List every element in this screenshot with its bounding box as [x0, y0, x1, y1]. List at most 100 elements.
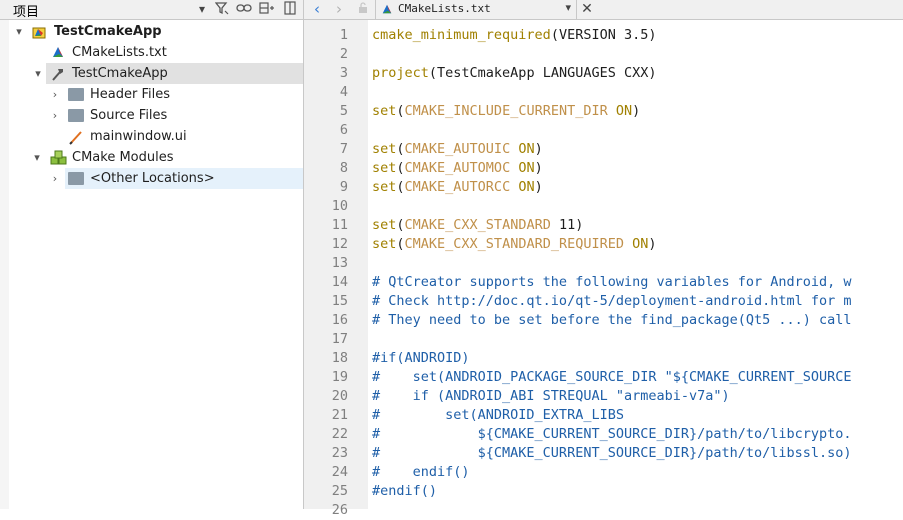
split-icon[interactable]: [259, 1, 275, 17]
project-toolbar: 项目 ▾: [0, 0, 303, 20]
tree-item-cmake-modules[interactable]: ▾ CMake Modules: [9, 147, 303, 168]
code-token: ): [534, 179, 543, 195]
link-icon[interactable]: [236, 1, 252, 17]
code-token: (VERSION 3.5): [550, 27, 657, 43]
code-token: #endif(): [372, 483, 438, 499]
editor-panel: ‹ › CMakeLists.txt ▾ ✕ 1 2 3 4 5 6 7 8 9 10 11 12 13…: [304, 0, 903, 518]
tree-item-mainwindow-ui[interactable]: mainwindow.ui: [9, 126, 303, 147]
code-token: 11): [550, 217, 584, 233]
tree-item-target[interactable]: ▾ TestCmakeApp: [35, 63, 303, 84]
tree-item-label: CMake Modules: [72, 150, 174, 165]
dropdown-arrow-icon[interactable]: ▾: [196, 1, 208, 17]
code-token: ): [534, 160, 543, 176]
code-token: (: [396, 160, 405, 176]
code-token: CMAKE_CXX_STANDARD: [404, 217, 551, 233]
code-token: # set(ANDROID_EXTRA_LIBS: [372, 407, 624, 423]
code-token: ): [648, 236, 657, 252]
cmake-project-icon: [31, 24, 47, 40]
folder-icon: [68, 172, 84, 185]
code-line: set(CMAKE_AUTORCC ON): [372, 178, 543, 197]
line-number: 20: [331, 388, 348, 404]
tree-gutter: [0, 20, 9, 509]
folder-icon: [68, 88, 84, 101]
line-number: 21: [331, 407, 348, 423]
filter-icon[interactable]: [214, 1, 230, 17]
expand-arrow-icon[interactable]: ›: [49, 105, 61, 126]
expand-arrow-icon[interactable]: ▾: [31, 147, 43, 168]
code-token: (: [396, 179, 405, 195]
line-number: 17: [331, 331, 348, 347]
hammer-icon: [50, 66, 66, 82]
code-token: ON: [518, 141, 535, 157]
close-pane-icon[interactable]: [282, 1, 298, 17]
cmake-file-icon: [381, 3, 393, 19]
line-number: 13: [331, 255, 348, 271]
expand-arrow-icon[interactable]: ›: [49, 84, 61, 105]
code-line: # endif(): [372, 463, 470, 482]
code-token: CMAKE_AUTOMOC: [404, 160, 511, 176]
line-number: 12: [331, 236, 348, 252]
code-line: set(CMAKE_AUTOUIC ON): [372, 140, 543, 159]
tree-item-cmakelists[interactable]: CMakeLists.txt: [9, 42, 303, 63]
tree-item-other-locations[interactable]: › <Other Locations>: [9, 168, 303, 189]
project-panel: 项目 ▾ ▾ TestCmakeApp CMakeLists.txt ▾ Tes…: [0, 0, 303, 509]
tree-item-header-files[interactable]: › Header Files: [9, 84, 303, 105]
code-line: # set(ANDROID_EXTRA_LIBS: [372, 406, 624, 425]
code-token: (: [396, 103, 405, 119]
tree-item-label: TestCmakeApp: [54, 24, 162, 39]
line-number: 5: [339, 103, 348, 119]
line-number: 25: [331, 483, 348, 499]
code-token: # endif(): [372, 464, 470, 480]
line-number: 7: [339, 141, 348, 157]
line-number: 19: [331, 369, 348, 385]
code-token: (TestCmakeApp LANGUAGES CXX): [428, 65, 657, 81]
line-number: 8: [339, 160, 348, 176]
code-token: (: [396, 217, 405, 233]
code-token: ON: [518, 179, 535, 195]
code-line: # if (ANDROID_ABI STREQUAL "armeabi-v7a"…: [372, 387, 730, 406]
code-token: project: [372, 65, 429, 81]
code-line: # Check http://doc.qt.io/qt-5/deployment…: [372, 292, 852, 311]
lock-icon[interactable]: [354, 0, 372, 19]
line-number: 14: [331, 274, 348, 290]
line-number: 9: [339, 179, 348, 195]
tree-item-source-files[interactable]: › Source Files: [9, 105, 303, 126]
file-name: CMakeLists.txt: [398, 2, 491, 15]
expand-arrow-icon[interactable]: ›: [49, 168, 61, 189]
forward-icon[interactable]: ›: [330, 0, 348, 19]
code-token: (: [396, 236, 405, 252]
project-panel-title: 项目: [13, 5, 40, 20]
code-token: # QtCreator supports the following varia…: [372, 274, 852, 290]
code-token: set: [372, 236, 397, 252]
tree-item-label: TestCmakeApp: [72, 66, 168, 81]
code-line: # QtCreator supports the following varia…: [372, 273, 852, 292]
line-number: 10: [331, 198, 348, 214]
code-token: CMAKE_AUTOUIC: [404, 141, 511, 157]
tree-item-label: Source Files: [90, 108, 168, 123]
expand-arrow-icon[interactable]: ▾: [32, 63, 44, 84]
tree-item-project-root[interactable]: ▾ TestCmakeApp: [9, 21, 303, 42]
cmake-file-icon: [51, 45, 67, 61]
chevron-down-icon[interactable]: ▾: [565, 1, 571, 14]
tree-item-label: <Other Locations>: [90, 171, 215, 186]
file-selector[interactable]: CMakeLists.txt ▾: [375, 0, 577, 19]
line-number: 22: [331, 426, 348, 442]
folder-icon: [68, 109, 84, 122]
tree-item-label: Header Files: [90, 87, 170, 102]
close-icon[interactable]: ✕: [578, 0, 596, 19]
line-number: 6: [339, 122, 348, 138]
back-icon[interactable]: ‹: [308, 0, 326, 19]
code-token: # set(ANDROID_PACKAGE_SOURCE_DIR "${CMAK…: [372, 369, 852, 385]
code-token: # ${CMAKE_CURRENT_SOURCE_DIR}/path/to/li…: [372, 426, 852, 442]
editor-toolbar: ‹ › CMakeLists.txt ▾ ✕: [304, 0, 903, 20]
line-number: 4: [339, 84, 348, 100]
code-editor[interactable]: cmake_minimum_required(VERSION 3.5) proje…: [368, 20, 903, 509]
code-line: set(CMAKE_INCLUDE_CURRENT_DIR ON): [372, 102, 640, 121]
code-token: set: [372, 217, 397, 233]
code-token: # ${CMAKE_CURRENT_SOURCE_DIR}/path/to/li…: [372, 445, 852, 461]
code-token: # Check http://doc.qt.io/qt-5/deployment…: [372, 293, 852, 309]
expand-arrow-icon[interactable]: ▾: [13, 21, 25, 42]
code-line: # ${CMAKE_CURRENT_SOURCE_DIR}/path/to/li…: [372, 444, 852, 463]
tree-item-label: mainwindow.ui: [90, 129, 187, 144]
tree-item-label: CMakeLists.txt: [72, 45, 167, 60]
